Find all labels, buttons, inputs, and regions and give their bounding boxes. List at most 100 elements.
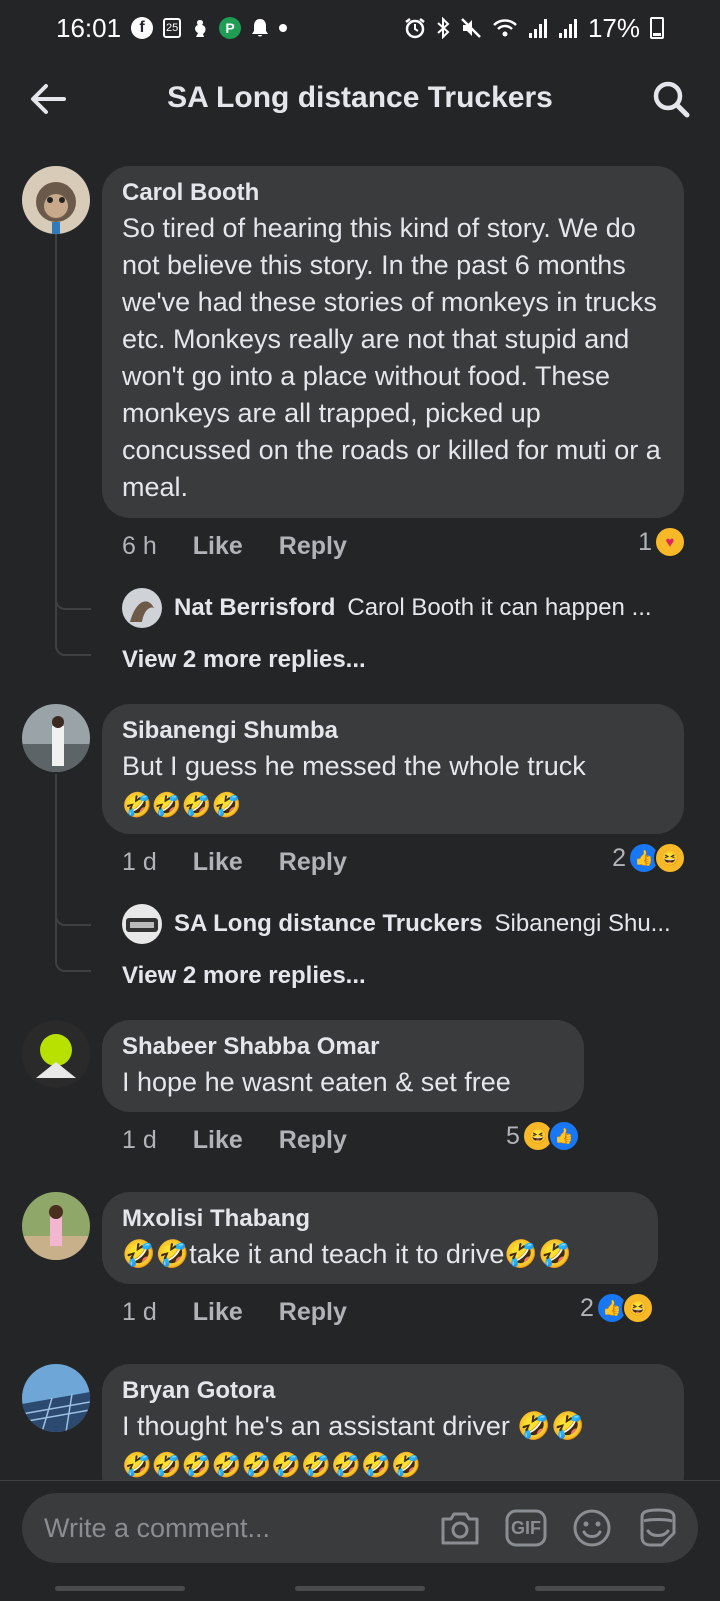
comment-actions: 1 d Like Reply bbox=[122, 1122, 347, 1158]
comment-time[interactable]: 1 d bbox=[122, 848, 157, 877]
comment-time[interactable]: 1 d bbox=[122, 1298, 157, 1327]
nav-handle[interactable] bbox=[295, 1586, 425, 1591]
comment-time[interactable]: 1 d bbox=[122, 1126, 157, 1155]
camera-icon[interactable] bbox=[438, 1506, 482, 1550]
arrow-left-icon bbox=[31, 84, 66, 114]
comment-actions: 1 d Like Reply bbox=[122, 844, 347, 880]
facebook-icon: f bbox=[131, 17, 154, 39]
reply-author[interactable]: Nat Berrisford bbox=[174, 594, 335, 622]
like-button[interactable]: Like bbox=[193, 1126, 243, 1155]
reply-button[interactable]: Reply bbox=[279, 848, 347, 877]
like-reaction-icon: 👍 bbox=[547, 1120, 580, 1152]
comment-bubble[interactable]: Shabeer Shabba Omar I hope he wasnt eate… bbox=[102, 1020, 584, 1112]
reply-preview[interactable]: Nat Berrisford Carol Booth it can happen… bbox=[122, 588, 692, 628]
dot-icon bbox=[279, 24, 288, 32]
vpn-icon: P bbox=[219, 17, 242, 39]
reaction-count: 2 bbox=[580, 1293, 594, 1322]
avatar[interactable] bbox=[22, 1364, 90, 1432]
comment-text: I hope he wasnt eaten & set free bbox=[122, 1067, 511, 1097]
comment-emoji-line: 🤣🤣🤣🤣🤣🤣🤣🤣🤣🤣 bbox=[122, 1452, 421, 1479]
comment-author[interactable]: Shabeer Shabba Omar bbox=[122, 1032, 564, 1062]
mute-icon bbox=[460, 17, 482, 39]
reply-button[interactable]: Reply bbox=[279, 1126, 347, 1155]
status-bar-left: 16:01 f 25 P bbox=[56, 12, 288, 44]
comment-author[interactable]: Carol Booth bbox=[122, 178, 664, 208]
haha-reaction-icon: 😆 bbox=[621, 1292, 654, 1324]
reply-button[interactable]: Reply bbox=[279, 1298, 347, 1327]
thread-branch bbox=[55, 634, 91, 656]
view-more-replies-link[interactable]: View 2 more replies... bbox=[122, 962, 366, 990]
like-button[interactable]: Like bbox=[193, 1298, 243, 1327]
gif-button[interactable]: GIF bbox=[504, 1506, 548, 1550]
comment-time[interactable]: 6 h bbox=[122, 532, 157, 561]
reaction-count: 1 bbox=[638, 527, 652, 556]
reply-author[interactable]: SA Long distance Truckers bbox=[174, 910, 483, 938]
comment-text: So tired of hearing this kind of story. … bbox=[122, 213, 661, 502]
like-button[interactable]: Like bbox=[193, 848, 243, 877]
reaction-summary[interactable]: 2 👍 😆 bbox=[612, 842, 686, 874]
avatar[interactable] bbox=[22, 1192, 90, 1260]
comment-text: I thought he's an assistant driver 🤣🤣 bbox=[122, 1411, 585, 1441]
signal-icon bbox=[558, 17, 578, 39]
haha-reaction-icon: 😆 bbox=[654, 842, 686, 874]
reply-text: Sibanengi Shu... bbox=[494, 910, 671, 937]
care-reaction-icon: ♥ bbox=[654, 526, 686, 558]
comment-text: 🤣🤣take it and teach it to drive🤣🤣 bbox=[122, 1239, 572, 1269]
battery-percent: 17% bbox=[587, 12, 640, 43]
reaction-summary[interactable]: 5 😆 👍 bbox=[506, 1120, 580, 1152]
thread-branch bbox=[55, 588, 91, 610]
page-title: SA Long distance Truckers bbox=[167, 81, 553, 114]
avatar[interactable] bbox=[22, 1020, 90, 1088]
thread-branch bbox=[55, 904, 91, 926]
composer-actions: GIF bbox=[438, 1506, 680, 1550]
nav-handle[interactable] bbox=[535, 1586, 665, 1591]
sticker-icon[interactable] bbox=[636, 1506, 680, 1550]
comment-author[interactable]: Bryan Gotora bbox=[122, 1376, 664, 1406]
gif-label: GIF bbox=[511, 1517, 541, 1538]
reply-button[interactable]: Reply bbox=[279, 532, 347, 561]
emoji-icon[interactable] bbox=[570, 1506, 614, 1550]
wifi-icon bbox=[492, 17, 518, 39]
comment-feed[interactable]: Carol Booth So tired of hearing this kin… bbox=[0, 160, 720, 1480]
bluetooth-icon bbox=[436, 17, 450, 39]
signal-icon bbox=[528, 17, 548, 39]
avatar[interactable] bbox=[122, 588, 162, 628]
system-navigation-bar bbox=[0, 1586, 720, 1600]
comment-actions: 1 d Like Reply bbox=[122, 1294, 347, 1330]
avatar[interactable] bbox=[122, 904, 162, 944]
bell-icon bbox=[251, 18, 269, 38]
search-button[interactable] bbox=[650, 78, 692, 120]
avatar[interactable] bbox=[22, 166, 90, 234]
avatar[interactable] bbox=[22, 704, 90, 772]
status-time: 16:01 bbox=[56, 12, 122, 43]
comment-composer-bar: Write a comment... GIF bbox=[0, 1480, 720, 1601]
alarm-icon bbox=[404, 17, 426, 39]
reply-preview[interactable]: SA Long distance Truckers Sibanengi Shu.… bbox=[122, 904, 692, 944]
calendar-icon: 25 bbox=[163, 18, 182, 38]
comment-author[interactable]: Mxolisi Thabang bbox=[122, 1204, 638, 1234]
comment-bubble[interactable]: Sibanengi Shumba But I guess he messed t… bbox=[102, 704, 684, 834]
reaction-summary[interactable]: 2 👍 😆 bbox=[580, 1292, 654, 1324]
comment-bubble[interactable]: Carol Booth So tired of hearing this kin… bbox=[102, 166, 684, 518]
status-bar: 16:01 f 25 P 17% bbox=[0, 0, 720, 56]
comment-emoji-line: 🤣🤣🤣🤣 bbox=[122, 792, 242, 819]
thread-branch bbox=[55, 950, 91, 972]
view-more-replies-link[interactable]: View 2 more replies... bbox=[122, 646, 366, 674]
comment-input[interactable]: Write a comment... bbox=[44, 1513, 438, 1544]
search-icon bbox=[653, 81, 690, 118]
nav-handle[interactable] bbox=[55, 1586, 185, 1591]
comment-text: But I guess he messed the whole truck bbox=[122, 751, 586, 781]
back-button[interactable] bbox=[28, 78, 70, 120]
thread-line bbox=[55, 774, 57, 960]
reaction-count: 5 bbox=[506, 1121, 520, 1150]
battery-icon bbox=[650, 17, 664, 39]
comment-actions: 6 h Like Reply bbox=[122, 528, 347, 564]
reaction-summary[interactable]: 1 ♥ bbox=[638, 526, 686, 558]
comment-bubble[interactable]: Bryan Gotora I thought he's an assistant… bbox=[102, 1364, 684, 1480]
comment-composer[interactable]: Write a comment... GIF bbox=[22, 1493, 698, 1563]
comment-bubble[interactable]: Mxolisi Thabang 🤣🤣take it and teach it t… bbox=[102, 1192, 658, 1284]
comment-author[interactable]: Sibanengi Shumba bbox=[122, 716, 664, 746]
like-button[interactable]: Like bbox=[193, 532, 243, 561]
bird-icon bbox=[191, 18, 209, 38]
reply-text: Carol Booth it can happen ... bbox=[347, 594, 652, 621]
